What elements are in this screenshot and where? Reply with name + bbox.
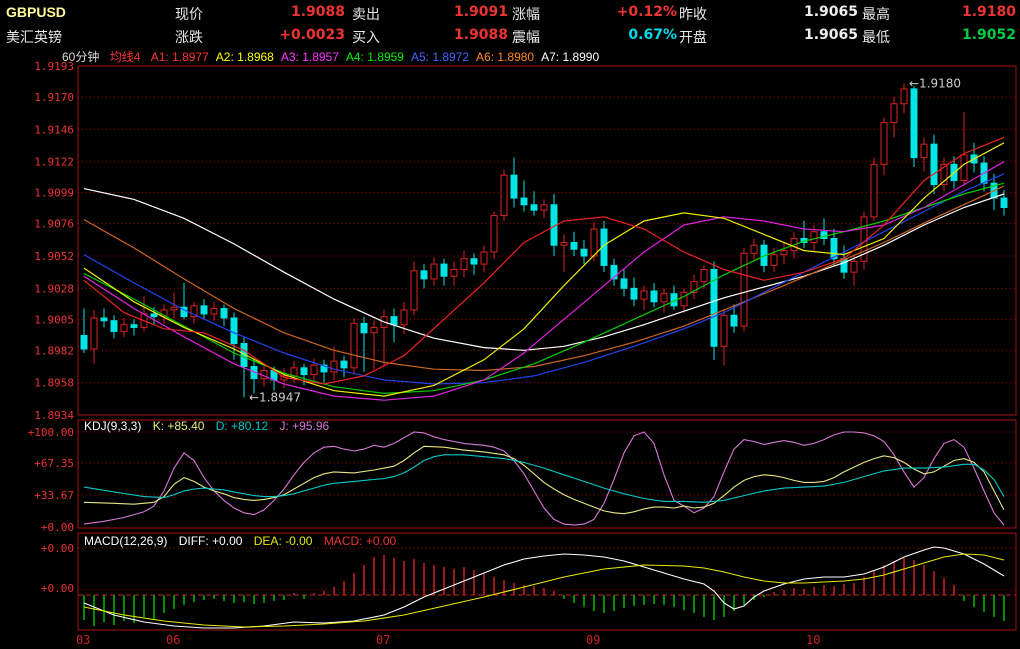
- macd-dea-value: DEA: -0.00: [254, 534, 313, 548]
- axis-labels: 1.9193 1.9170 1.9146 1.9122 1.9099 1.9076 1.90…: [28, 60, 821, 647]
- kdj-k-value: K: +85.40: [153, 419, 205, 433]
- price-annotation: ←1.8947: [249, 390, 301, 404]
- axis-label: 09: [586, 633, 600, 647]
- kdj-d-value: D: +80.12: [216, 419, 268, 433]
- axis-label: 1.9099: [34, 187, 74, 200]
- macd-lines: [84, 547, 1004, 628]
- axis-label: 1.9076: [34, 218, 74, 231]
- axis-label: 1.9052: [34, 250, 74, 263]
- price-annotation: ←1.9180: [909, 77, 961, 91]
- kdj-j-value: J: +95.96: [279, 419, 329, 433]
- axis-label: 1.8934: [34, 409, 74, 422]
- axis-label: 10: [806, 633, 820, 647]
- macd-line-diff: [84, 547, 1004, 628]
- axis-label: 1.9193: [34, 60, 74, 73]
- axis-label: 1.9005: [34, 313, 74, 326]
- axis-label: 1.8958: [34, 377, 74, 390]
- macd-legend: MACD(12,26,9) DIFF: +0.00 DEA: -0.00 MAC…: [84, 534, 404, 548]
- ma-line-a2: [84, 143, 1004, 396]
- axis-label: 1.9028: [34, 282, 74, 295]
- axis-label: 06: [166, 633, 180, 647]
- kdj-line-j: [84, 432, 1004, 525]
- axis-label: +100.00: [28, 426, 74, 439]
- price-chart[interactable]: 1.9193 1.9170 1.9146 1.9122 1.9099 1.9076 1.90…: [0, 0, 1020, 649]
- axis-label: +0.00: [41, 521, 74, 534]
- macd-macd-value: MACD: +0.00: [324, 534, 396, 548]
- trading-terminal: GBPUSD 美汇英镑 现价1.9088卖出1.9091涨幅+0.12%昨收1.…: [0, 0, 1020, 649]
- axis-label: 1.9170: [34, 91, 74, 104]
- axis-label: 03: [76, 633, 90, 647]
- axis-label: 07: [376, 633, 390, 647]
- kdj-line-k: [84, 446, 1004, 513]
- candlesticks: [81, 84, 1007, 398]
- axis-label: +0.00: [41, 542, 74, 555]
- axis-label: +33.67: [34, 489, 74, 502]
- axis-label: 1.8982: [34, 344, 74, 357]
- kdj-legend: KDJ(9,3,3) K: +85.40 D: +80.12 J: +95.96: [84, 419, 337, 433]
- kdj-title: KDJ(9,3,3): [84, 419, 141, 433]
- axis-label: +67.35: [34, 457, 74, 470]
- axis-label: +0.00: [41, 582, 74, 595]
- axis-label: 1.9146: [34, 123, 74, 136]
- ma-lines: [84, 137, 1004, 400]
- kdj-lines: [84, 432, 1004, 525]
- axis-label: 1.9122: [34, 156, 74, 169]
- macd-title: MACD(12,26,9): [84, 534, 167, 548]
- macd-diff-value: DIFF: +0.00: [179, 534, 243, 548]
